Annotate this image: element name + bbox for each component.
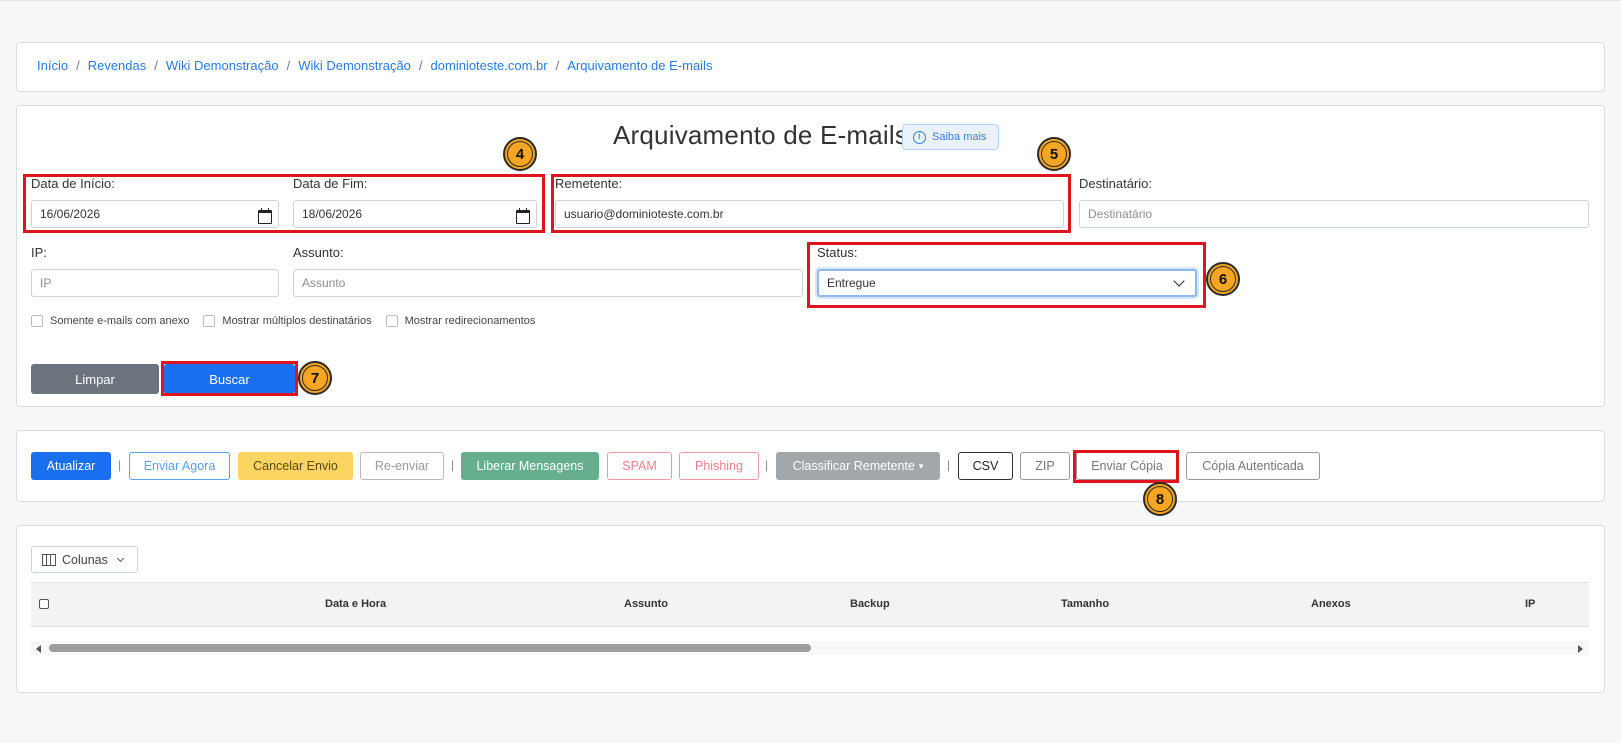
breadcrumb-separator: / [154,58,158,73]
classify-sender-label: Classificar Remetente [792,459,915,473]
annotation-badge-4: 4 [503,137,537,171]
highlight-sender [551,174,1071,233]
ip-label: IP: [31,245,47,260]
info-icon: i [913,130,926,144]
cancel-send-button[interactable]: Cancelar Envio [238,452,353,480]
breadcrumb-separator: / [555,58,560,73]
breadcrumb-domain[interactable]: dominioteste.com.br [431,58,548,73]
scroll-right-arrow-icon[interactable] [1578,645,1583,653]
send-now-button[interactable]: Enviar Agora [129,452,230,480]
subject-input[interactable]: Assunto [293,269,803,297]
classify-sender-dropdown[interactable]: Classificar Remetente ▾ [776,452,940,480]
recipient-input[interactable]: Destinatário [1079,200,1589,228]
recipient-placeholder: Destinatário [1088,207,1153,221]
checkbox-box[interactable] [203,315,216,327]
annotation-badge-8: 8 [1143,482,1177,516]
breadcrumb-separator: / [418,58,423,73]
breadcrumb-current[interactable]: Arquivamento de E-mails [567,58,712,73]
release-messages-button[interactable]: Liberar Mensagens [461,452,599,480]
toolbar-separator: | [765,458,769,472]
subject-placeholder: Assunto [302,276,346,290]
columns-icon [42,553,56,566]
toolbar-separator: | [947,458,951,472]
clear-button[interactable]: Limpar [31,364,159,394]
highlight-search [161,361,298,396]
help-label: Saiba mais [932,131,987,143]
column-attachments[interactable]: Anexos [1311,598,1351,610]
checkbox-label: Somente e-mails com anexo [50,315,190,327]
checkbox-multiple-recipients[interactable]: Mostrar múltiplos destinatários [203,315,372,327]
highlight-status [807,242,1206,308]
breadcrumb-wiki-2[interactable]: Wiki Demonstração [298,58,411,73]
highlight-send-copy [1073,450,1179,483]
breadcrumb-separator: / [76,58,80,73]
columns-label: Colunas [62,552,108,567]
column-date[interactable]: Data e Hora [325,598,386,610]
annotation-badge-5: 5 [1037,137,1071,171]
breadcrumb-home[interactable]: Início [37,58,68,73]
authenticated-copy-button[interactable]: Cópia Autenticada [1186,452,1320,480]
table-header: Data e Hora Assunto Backup Tamanho Anexo… [31,582,1589,627]
help-button[interactable]: i Saiba mais [902,124,1000,150]
checkbox-attachments[interactable]: Somente e-mails com anexo [31,315,189,327]
filter-checkboxes: Somente e-mails com anexo Mostrar múltip… [31,315,549,327]
checkbox-box[interactable] [385,315,398,327]
chevron-down-icon [116,554,124,562]
toolbar-separator: | [118,458,122,472]
column-subject[interactable]: Assunto [624,598,668,610]
phishing-button[interactable]: Phishing [679,452,759,480]
checkbox-box[interactable] [31,315,43,327]
breadcrumb-wiki-1[interactable]: Wiki Demonstração [166,58,279,73]
resend-button[interactable]: Re-enviar [360,452,444,480]
scroll-left-arrow-icon[interactable] [36,645,41,653]
column-backup[interactable]: Backup [850,598,890,610]
column-ip[interactable]: IP [1525,598,1535,610]
breadcrumb-revendas[interactable]: Revendas [88,58,147,73]
breadcrumb: Início / Revendas / Wiki Demonstração / … [37,58,712,73]
page-title: Arquivamento de E-mails [613,120,909,150]
annotation-badge-7: 7 [298,361,332,395]
breadcrumb-separator: / [286,58,291,73]
top-border [0,0,1621,1]
toolbar-separator: | [451,458,455,472]
checkbox-redirects[interactable]: Mostrar redirecionamentos [385,315,536,327]
highlight-dates [23,174,545,233]
checkbox-label: Mostrar múltiplos destinatários [222,315,372,327]
spam-button[interactable]: SPAM [607,452,672,480]
zip-button[interactable]: ZIP [1020,452,1070,480]
column-size[interactable]: Tamanho [1061,598,1109,610]
checkbox-label: Mostrar redirecionamentos [404,315,536,327]
select-all-checkbox[interactable] [39,599,49,609]
scrollbar-thumb[interactable] [49,644,811,652]
subject-label: Assunto: [293,245,344,260]
columns-button[interactable]: Colunas [31,546,138,573]
csv-button[interactable]: CSV [958,452,1013,480]
ip-input[interactable]: IP [31,269,279,297]
ip-placeholder: IP [40,276,52,290]
caret-down-icon: ▾ [918,460,924,471]
refresh-button[interactable]: Atualizar [31,452,111,480]
annotation-badge-6: 6 [1206,262,1240,296]
recipient-label: Destinatário: [1079,176,1152,191]
